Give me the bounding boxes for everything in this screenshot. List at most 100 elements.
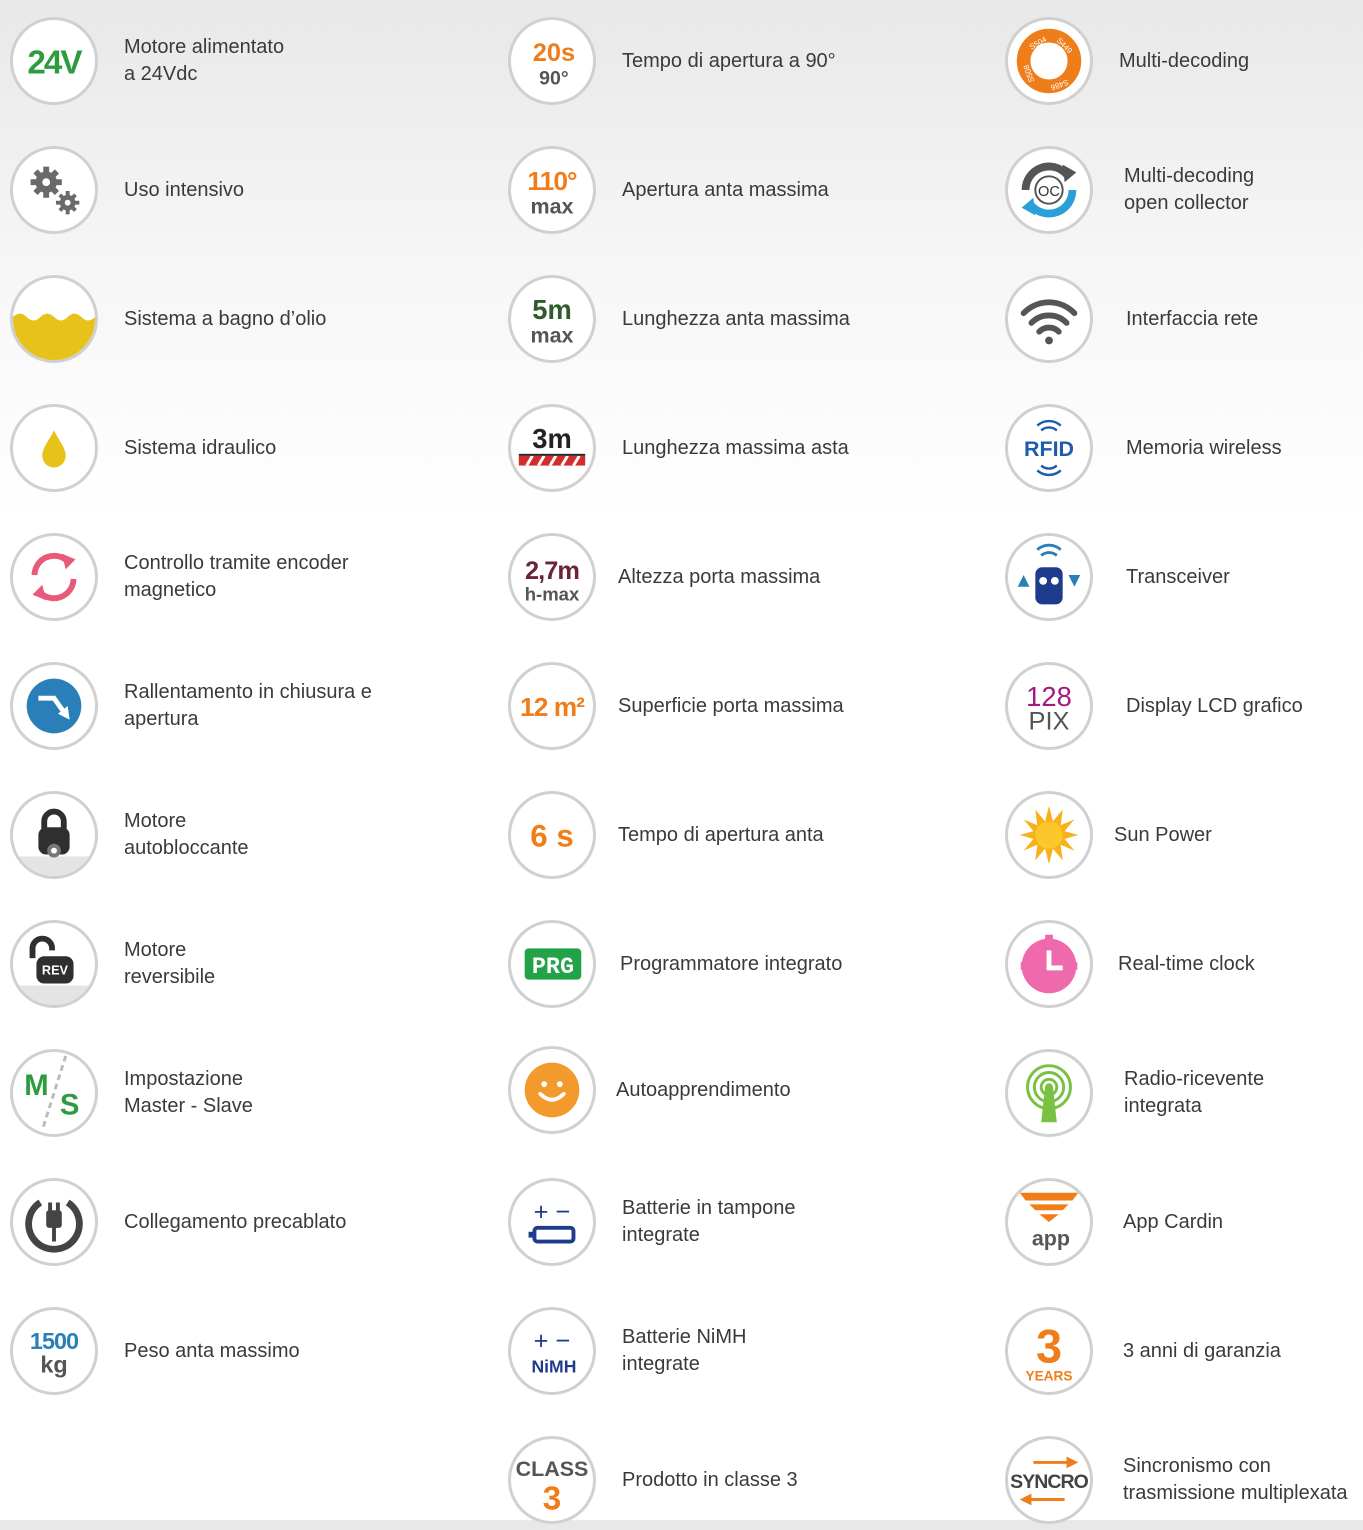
max-door-area-icon: 12 m² bbox=[508, 662, 596, 750]
rfid-icon: RFID bbox=[1005, 404, 1093, 492]
feature-label: Transceiver bbox=[1126, 565, 1230, 588]
svg-text:6 s: 6 s bbox=[530, 819, 573, 854]
feature-label: Lunghezza anta massima bbox=[622, 307, 850, 330]
feature-item: Sun Power bbox=[1005, 785, 1363, 885]
feature-label: Apertura anta massima bbox=[622, 178, 829, 201]
feature-item: PRG Programmatore integrato bbox=[508, 914, 948, 1014]
feature-item: Sistema idraulico bbox=[10, 398, 450, 498]
svg-text:+ −: + − bbox=[534, 1198, 571, 1226]
feature-label: Real-time clock bbox=[1118, 952, 1255, 975]
feature-label: Controllo tramite encoder magnetico bbox=[124, 552, 349, 601]
backup-battery-icon: + − bbox=[508, 1178, 596, 1266]
weight-icon: 1500 kg bbox=[10, 1307, 98, 1395]
feature-label: Batterie in tampone integrate bbox=[622, 1197, 796, 1246]
feature-item: app App Cardin bbox=[1005, 1172, 1363, 1272]
feature-item: Collegamento precablato bbox=[10, 1172, 450, 1272]
feature-item: REV Motore reversibile bbox=[10, 914, 450, 1014]
feature-item: 128 PIX Display LCD grafico bbox=[1005, 656, 1363, 756]
svg-text:2,7m: 2,7m bbox=[525, 557, 579, 585]
feature-item: 20s 90° Tempo di apertura a 90° bbox=[508, 11, 948, 111]
feature-label: Interfaccia rete bbox=[1126, 307, 1259, 330]
feature-label: Sun Power bbox=[1114, 823, 1212, 846]
hydraulic-drop-icon bbox=[10, 404, 98, 492]
svg-text:90°: 90° bbox=[539, 67, 569, 89]
gears-icon bbox=[10, 146, 98, 234]
svg-text:PRG: PRG bbox=[532, 955, 574, 981]
feature-item: 1500 kg Peso anta massimo bbox=[10, 1301, 450, 1401]
feature-item: 6 s Tempo di apertura anta bbox=[508, 785, 948, 885]
feature-item: Autoapprendimento bbox=[508, 1040, 948, 1140]
svg-text:20s: 20s bbox=[533, 39, 575, 67]
svg-text:kg: kg bbox=[40, 1351, 67, 1377]
svg-text:YEARS: YEARS bbox=[1025, 1368, 1072, 1383]
svg-text:S: S bbox=[60, 1088, 80, 1121]
svg-text:h-max: h-max bbox=[525, 583, 580, 604]
open-collector-icon: OC bbox=[1005, 146, 1093, 234]
feature-label: Impostazione Master - Slave bbox=[124, 1068, 253, 1117]
feature-item: M S Impostazione Master - Slave bbox=[10, 1043, 450, 1143]
feature-label: Collegamento precablato bbox=[124, 1210, 347, 1233]
max-door-height-icon: 2,7m h-max bbox=[508, 533, 596, 621]
svg-text:5m: 5m bbox=[532, 294, 572, 325]
clock-icon bbox=[1005, 920, 1093, 1008]
feature-item: Interfaccia rete bbox=[1005, 269, 1363, 369]
svg-text:110°: 110° bbox=[527, 166, 577, 196]
svg-text:3: 3 bbox=[1036, 1321, 1062, 1373]
svg-text:3m: 3m bbox=[532, 423, 572, 454]
feature-item: Controllo tramite encoder magnetico bbox=[10, 527, 450, 627]
feature-label: Sistema a bagno d’olio bbox=[124, 307, 327, 330]
feature-label: Rallentamento in chiusura e apertura bbox=[124, 681, 372, 730]
max-leaf-length-icon: 5m max bbox=[508, 275, 596, 363]
feature-label: Batterie NiMH integrate bbox=[622, 1326, 747, 1375]
feature-label: Memoria wireless bbox=[1126, 436, 1282, 459]
nimh-battery-icon: + − NiMH bbox=[508, 1307, 596, 1395]
svg-text:SYNCRO: SYNCRO bbox=[1010, 1471, 1088, 1493]
encoder-cycle-icon bbox=[10, 533, 98, 621]
feature-label: Display LCD grafico bbox=[1126, 694, 1303, 717]
feature-label: Tempo di apertura a 90° bbox=[622, 49, 836, 72]
svg-text:M: M bbox=[24, 1069, 48, 1102]
feature-item: Transceiver bbox=[1005, 527, 1363, 627]
app-cardin-icon: app bbox=[1005, 1178, 1093, 1266]
feature-item: SYNCRO Sincronismo con trasmissione mult… bbox=[1005, 1430, 1363, 1530]
master-slave-icon: M S bbox=[10, 1049, 98, 1137]
svg-text:+ −: + − bbox=[534, 1327, 571, 1355]
feature-label: Motore autobloccante bbox=[124, 810, 249, 859]
feature-item: + − NiMH Batterie NiMH integrate bbox=[508, 1301, 948, 1401]
feature-label: Peso anta massimo bbox=[124, 1339, 300, 1362]
feature-item: + − Batterie in tampone integrate bbox=[508, 1172, 948, 1272]
svg-text:max: max bbox=[531, 323, 574, 347]
wifi-icon bbox=[1005, 275, 1093, 363]
feature-item: CLASS 3 Prodotto in classe 3 bbox=[508, 1430, 948, 1530]
max-angle-icon: 110° max bbox=[508, 146, 596, 234]
antenna-icon bbox=[1005, 1049, 1093, 1137]
svg-text:3: 3 bbox=[543, 1480, 561, 1517]
feature-item: 24V Motore alimentato a 24Vdc bbox=[10, 11, 450, 111]
feature-label: App Cardin bbox=[1123, 1210, 1224, 1233]
feature-item: Real-time clock bbox=[1005, 914, 1363, 1014]
feature-item: 3m Lunghezza massima asta bbox=[508, 398, 948, 498]
feature-label: Uso intensivo bbox=[124, 178, 245, 201]
feature-label: Multi-decoding bbox=[1119, 49, 1250, 72]
feature-item: Uso intensivo bbox=[10, 140, 450, 240]
svg-text:OC: OC bbox=[1038, 184, 1060, 200]
feature-item: OC Multi-decoding open collector bbox=[1005, 140, 1363, 240]
feature-label: Altezza porta massima bbox=[618, 565, 821, 588]
feature-label: Autoapprendimento bbox=[616, 1078, 791, 1101]
max-boom-length-icon: 3m bbox=[508, 404, 596, 492]
feature-item: Sistema a bagno d’olio bbox=[10, 269, 450, 369]
svg-text:1500: 1500 bbox=[30, 1328, 79, 1354]
feature-item: 3 YEARS 3 anni di garanzia bbox=[1005, 1301, 1363, 1401]
padlock-gear-icon bbox=[10, 791, 98, 879]
feature-item: RFID Memoria wireless bbox=[1005, 398, 1363, 498]
feature-label: Superficie porta massima bbox=[618, 694, 844, 717]
oil-bath-icon bbox=[10, 275, 98, 363]
multi-decoding-icon: S504 S449 S486 S508 bbox=[1005, 17, 1093, 105]
feature-item: 5m max Lunghezza anta massima bbox=[508, 269, 948, 369]
feature-label: Motore alimentato a 24Vdc bbox=[124, 36, 285, 85]
feature-label: Lunghezza massima asta bbox=[622, 436, 849, 459]
feature-item: Radio-ricevente integrata bbox=[1005, 1043, 1363, 1143]
class-3-icon: CLASS 3 bbox=[508, 1436, 596, 1524]
feature-item: 12 m² Superficie porta massima bbox=[508, 656, 948, 756]
syncro-icon: SYNCRO bbox=[1005, 1436, 1093, 1524]
